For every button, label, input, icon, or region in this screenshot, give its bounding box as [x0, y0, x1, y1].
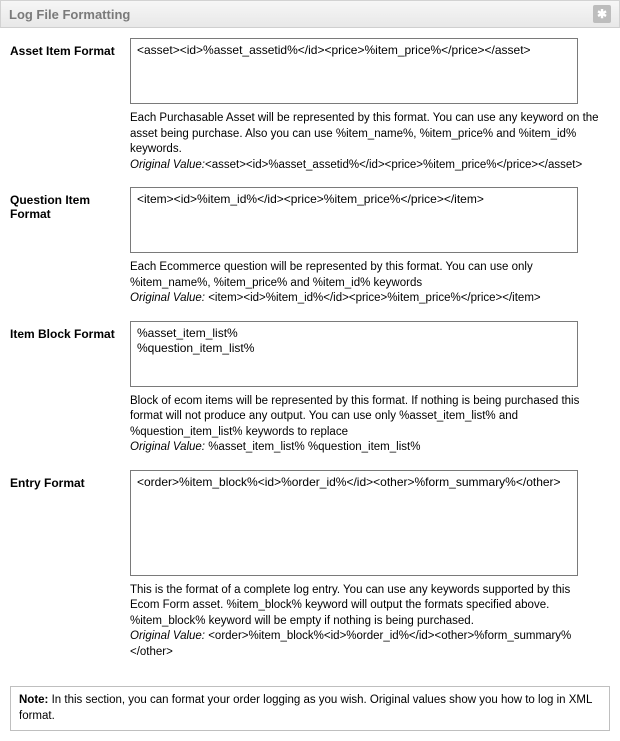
field-item-block-format: Item Block Format Block of ecom items wi… — [10, 321, 610, 456]
help-text: Each Ecommerce question will be represen… — [130, 260, 600, 307]
help-description: This is the format of a complete log ent… — [130, 584, 570, 627]
help-text: Each Purchasable Asset will be represent… — [130, 111, 600, 173]
field-label: Asset Item Format — [10, 38, 130, 58]
original-value-label: Original Value: — [130, 292, 205, 304]
field-label: Question Item Format — [10, 187, 130, 221]
help-text: This is the format of a complete log ent… — [130, 583, 600, 661]
note-label: Note: — [19, 694, 48, 706]
help-description: Each Ecommerce question will be represen… — [130, 261, 533, 289]
field-asset-item-format: Asset Item Format Each Purchasable Asset… — [10, 38, 610, 173]
help-description: Each Purchasable Asset will be represent… — [130, 112, 599, 155]
panel-body: Asset Item Format Each Purchasable Asset… — [0, 28, 620, 680]
entry-format-input[interactable] — [130, 470, 578, 576]
original-value-label: Original Value: — [130, 159, 205, 171]
asset-item-format-input[interactable] — [130, 38, 578, 104]
field-content: Block of ecom items will be represented … — [130, 321, 610, 456]
field-content: This is the format of a complete log ent… — [130, 470, 610, 661]
original-value: <item><id>%item_id%</id><price>%item_pri… — [205, 292, 541, 304]
field-label: Item Block Format — [10, 321, 130, 341]
help-text: Block of ecom items will be represented … — [130, 394, 600, 456]
help-description: Block of ecom items will be represented … — [130, 395, 579, 438]
original-value: <asset><id>%asset_assetid%</id><price>%i… — [205, 159, 582, 171]
original-value: %asset_item_list% %question_item_list% — [205, 441, 420, 453]
field-content: Each Ecommerce question will be represen… — [130, 187, 610, 307]
panel-title: Log File Formatting — [9, 7, 130, 22]
field-content: Each Purchasable Asset will be represent… — [130, 38, 610, 173]
field-question-item-format: Question Item Format Each Ecommerce ques… — [10, 187, 610, 307]
field-entry-format: Entry Format This is the format of a com… — [10, 470, 610, 661]
note-box: Note: In this section, you can format yo… — [10, 686, 610, 731]
note-text: In this section, you can format your ord… — [19, 694, 592, 722]
panel-header: Log File Formatting ✱ — [0, 0, 620, 28]
original-value-label: Original Value: — [130, 441, 205, 453]
question-item-format-input[interactable] — [130, 187, 578, 253]
wildcard-icon[interactable]: ✱ — [593, 5, 611, 23]
field-label: Entry Format — [10, 470, 130, 490]
item-block-format-input[interactable] — [130, 321, 578, 387]
original-value-label: Original Value: — [130, 630, 205, 642]
